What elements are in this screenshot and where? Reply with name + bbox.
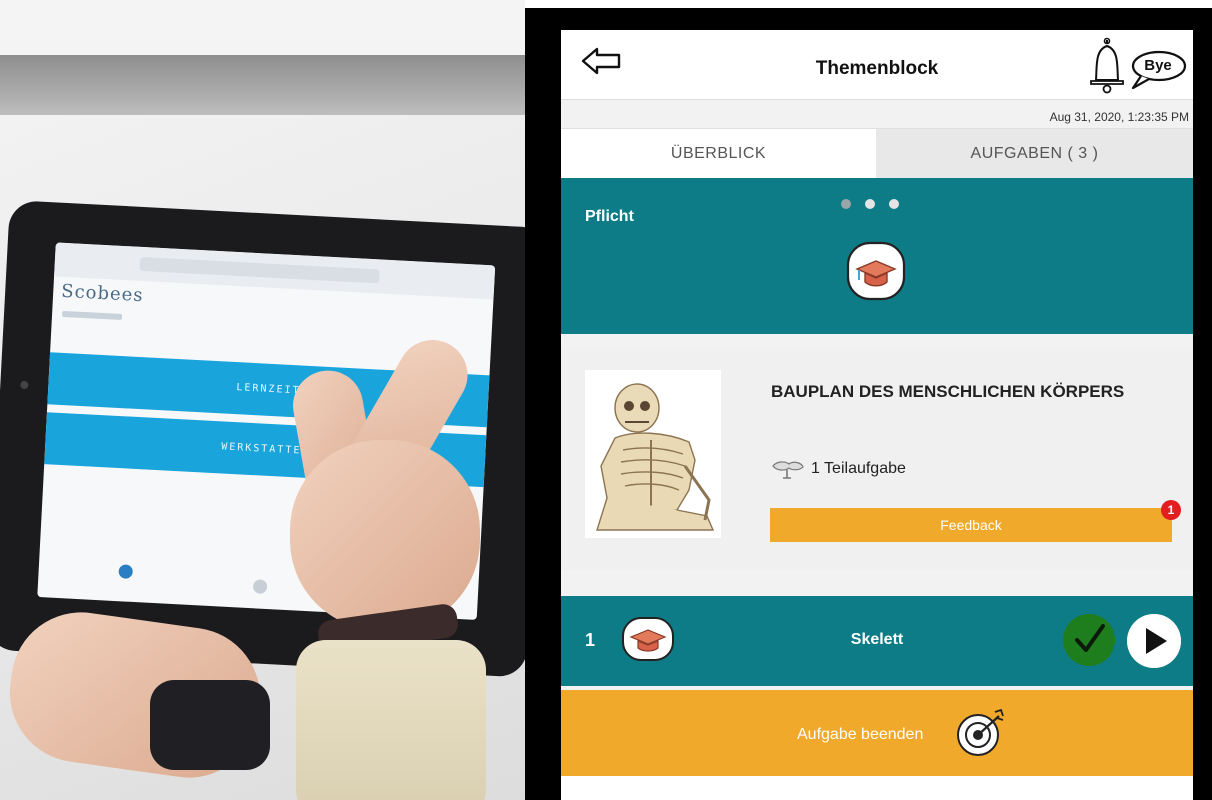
tablet-dock-icon [118, 564, 134, 579]
page-indicator [841, 196, 913, 214]
play-icon[interactable] [1127, 614, 1181, 668]
target-icon [957, 708, 1004, 756]
task-row-skelett[interactable]: 1 Skelett [561, 596, 1193, 686]
category-label: Pflicht [585, 208, 634, 225]
subtask-icon [772, 461, 804, 479]
tab-bar: ÜBERBLICK AUFGABEN ( 3 ) [561, 128, 1193, 179]
mouse [150, 680, 270, 770]
hand-palm [290, 440, 480, 630]
card-title: BAUPLAN DES MENSCHLICHEN KÖRPERS [771, 382, 1125, 401]
app-screen: Themenblock Bye Aug 31, 2020, 1:23:35 PM… [561, 30, 1193, 800]
timestamp: Aug 31, 2020, 1:23:35 PM [1049, 110, 1189, 124]
graduation-cap-icon [846, 241, 906, 301]
sleeve [296, 640, 486, 800]
tablet-url-bar [139, 256, 380, 284]
tablet-dock-icon [252, 579, 268, 594]
ipad-frame: Themenblock Bye Aug 31, 2020, 1:23:35 PM… [525, 8, 1212, 800]
tab-overview[interactable]: ÜBERBLICK [561, 129, 876, 179]
finish-label: Aufgabe beenden [797, 726, 924, 743]
subtask-label: 1 Teilaufgabe [811, 460, 906, 478]
subtask-count: 1 Teilaufgabe [771, 458, 906, 482]
app-header: Themenblock Bye [561, 30, 1193, 100]
finish-task-button[interactable]: Aufgabe beenden [561, 690, 1193, 776]
bottom-strip [561, 776, 1193, 800]
checkmark-icon [1063, 614, 1115, 666]
tab-tasks[interactable]: AUFGABEN ( 3 ) [876, 129, 1193, 179]
desk-edge [0, 55, 525, 115]
skeleton-image [585, 370, 721, 538]
tablet-app-logo: Scobees [60, 280, 145, 307]
bye-label: Bye [1144, 57, 1172, 74]
feedback-button[interactable]: Feedback [770, 508, 1172, 542]
bye-button[interactable]: Bye [1127, 48, 1189, 92]
bell-icon[interactable] [1087, 36, 1127, 94]
page-dot[interactable] [889, 199, 899, 209]
topic-card: BAUPLAN DES MENSCHLICHEN KÖRPERS 1 Teila… [561, 348, 1193, 570]
tablet-camera [20, 380, 29, 390]
tablet-subtitle [61, 310, 123, 321]
page-dot[interactable] [865, 199, 875, 209]
feedback-count-badge: 1 [1161, 500, 1181, 520]
page-dot[interactable] [841, 199, 851, 209]
tablet-photo: Scobees LERNZEIT WERKSTATTEN [0, 0, 525, 800]
hero-banner: Pflicht [561, 178, 1193, 334]
